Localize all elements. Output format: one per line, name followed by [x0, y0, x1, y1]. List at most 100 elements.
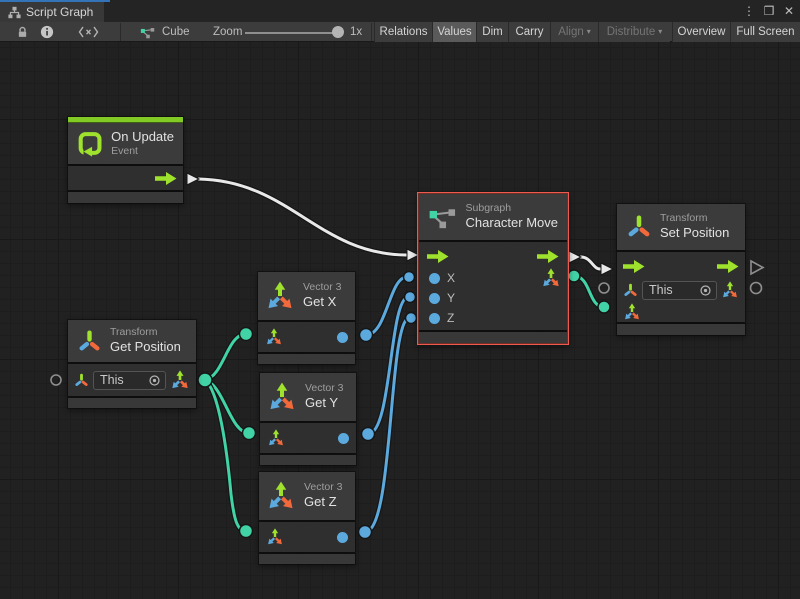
toolbar-buttons: Relations Values Dim Carry Align ▾ Distr…: [374, 22, 800, 42]
zoom-slider-knob[interactable]: [332, 26, 344, 38]
loop-event-icon: [77, 129, 103, 158]
node-header: On Update Event: [68, 123, 183, 164]
control-input-port[interactable]: [427, 250, 449, 263]
node-header: Transform Set Position: [617, 204, 745, 250]
zoom-slider-track[interactable]: [245, 32, 335, 34]
setposition-value-out-hint[interactable]: [751, 283, 762, 294]
node-get-position[interactable]: Transform Get Position This: [68, 320, 196, 408]
node-title: On Update: [111, 129, 174, 145]
menu-icon[interactable]: ⋮: [742, 4, 756, 18]
node-get-x[interactable]: Vector 3 Get X: [258, 272, 355, 364]
setposition-control-out-hint[interactable]: [751, 261, 763, 274]
control-output-port[interactable]: [537, 250, 559, 263]
maximize-icon[interactable]: ❒: [762, 4, 776, 18]
node-get-z[interactable]: Vector 3 Get Z: [259, 472, 355, 564]
node-header: Vector 3 Get Y: [260, 373, 356, 421]
close-icon[interactable]: ✕: [782, 4, 796, 18]
wire-onupdate-to-charactermove[interactable]: [187, 173, 419, 261]
node-title: Get Y: [305, 395, 344, 411]
node-footer: [260, 455, 356, 465]
value-output-port[interactable]: [338, 433, 349, 444]
node-footer: [258, 354, 355, 364]
info-icon: [40, 25, 54, 39]
transform-input-port[interactable]: [623, 283, 638, 298]
code-icon: [78, 26, 99, 38]
node-on-update[interactable]: On Update Event: [68, 117, 183, 203]
vector3-port[interactable]: [721, 281, 739, 299]
wire-getposition-to-getx[interactable]: [205, 328, 253, 381]
graph-name: Cube: [162, 26, 190, 38]
node-subtitle: Event: [111, 145, 174, 158]
setposition-target-port-hint[interactable]: [599, 283, 609, 293]
graph-asset-icon: [140, 26, 156, 39]
wire-charactermove-to-setposition-value[interactable]: [568, 270, 610, 313]
graph-breadcrumb[interactable]: Cube: [140, 22, 190, 42]
subgraph-icon: [428, 205, 458, 230]
align-dropdown[interactable]: Align ▾: [550, 22, 598, 42]
vector3-icon: [265, 281, 295, 311]
vector3-icon: [266, 481, 296, 511]
lock-icon: [16, 25, 29, 39]
zoom-control: Zoom: [213, 22, 242, 42]
vector3-output-port[interactable]: [170, 370, 190, 390]
control-output-port[interactable]: [155, 172, 177, 185]
object-picker-icon[interactable]: [699, 284, 712, 297]
carry-button[interactable]: Carry: [508, 22, 550, 42]
values-button[interactable]: Values: [432, 22, 476, 42]
zoom-value: 1x: [350, 22, 362, 42]
node-ports: [260, 423, 356, 453]
chevron-down-icon: ▾: [587, 22, 591, 42]
node-category: Vector 3: [303, 281, 342, 294]
node-get-y[interactable]: Vector 3 Get Y: [260, 373, 356, 465]
value-input-port-y[interactable]: [429, 293, 440, 304]
edit-source-button[interactable]: [78, 22, 99, 42]
wire-getx-to-charactermove-x[interactable]: [360, 272, 415, 342]
node-category: Subgraph: [466, 202, 558, 215]
node-footer: [419, 332, 567, 343]
node-title: Get Position: [110, 339, 181, 355]
target-object-field[interactable]: This: [93, 371, 166, 390]
transform-input-port[interactable]: [74, 373, 89, 388]
graph-canvas[interactable]: On Update Event Subg: [0, 42, 800, 599]
value-input-port-x[interactable]: [429, 273, 440, 284]
node-character-move[interactable]: Subgraph Character Move X: [417, 192, 569, 345]
vector3-input-port[interactable]: [267, 429, 285, 447]
vector3-output-port[interactable]: [541, 268, 561, 288]
lock-button[interactable]: [16, 22, 29, 42]
port-label: Y: [447, 291, 455, 305]
node-title: Set Position: [660, 225, 729, 241]
node-ports: This: [617, 252, 745, 322]
value-output-port[interactable]: [337, 532, 348, 543]
wire-getposition-to-getz[interactable]: [198, 373, 253, 538]
vector3-input-port[interactable]: [265, 328, 283, 346]
value-input-port-z[interactable]: [429, 313, 440, 324]
getposition-target-port-hint[interactable]: [51, 375, 61, 385]
control-input-port[interactable]: [623, 260, 645, 273]
info-button[interactable]: [40, 22, 54, 42]
control-output-port[interactable]: [717, 260, 739, 273]
value-output-port[interactable]: [337, 332, 348, 343]
wire-getz-to-charactermove-z[interactable]: [359, 313, 417, 539]
target-object-field[interactable]: This: [642, 281, 717, 300]
transform-icon: [77, 329, 102, 354]
node-category: Vector 3: [304, 481, 343, 494]
tab-script-graph[interactable]: Script Graph: [0, 2, 104, 22]
transform-icon: [626, 214, 652, 240]
node-title: Get X: [303, 294, 342, 310]
vector3-input-port[interactable]: [266, 528, 284, 546]
tab-title: Script Graph: [26, 5, 93, 19]
distribute-dropdown[interactable]: Distribute ▾: [598, 22, 670, 42]
relations-button[interactable]: Relations: [374, 22, 432, 42]
fullscreen-button[interactable]: Full Screen: [730, 22, 800, 42]
object-picker-icon[interactable]: [148, 374, 161, 387]
node-ports: X Y Z: [419, 242, 567, 330]
node-footer: [617, 324, 745, 335]
node-category: Transform: [110, 326, 181, 339]
node-set-position[interactable]: Transform Set Position: [617, 204, 745, 335]
node-footer: [68, 398, 196, 408]
node-footer: [68, 192, 183, 203]
overview-button[interactable]: Overview: [672, 22, 730, 42]
dim-button[interactable]: Dim: [476, 22, 508, 42]
node-category: Transform: [660, 212, 729, 225]
vector3-input-port[interactable]: [623, 303, 641, 321]
